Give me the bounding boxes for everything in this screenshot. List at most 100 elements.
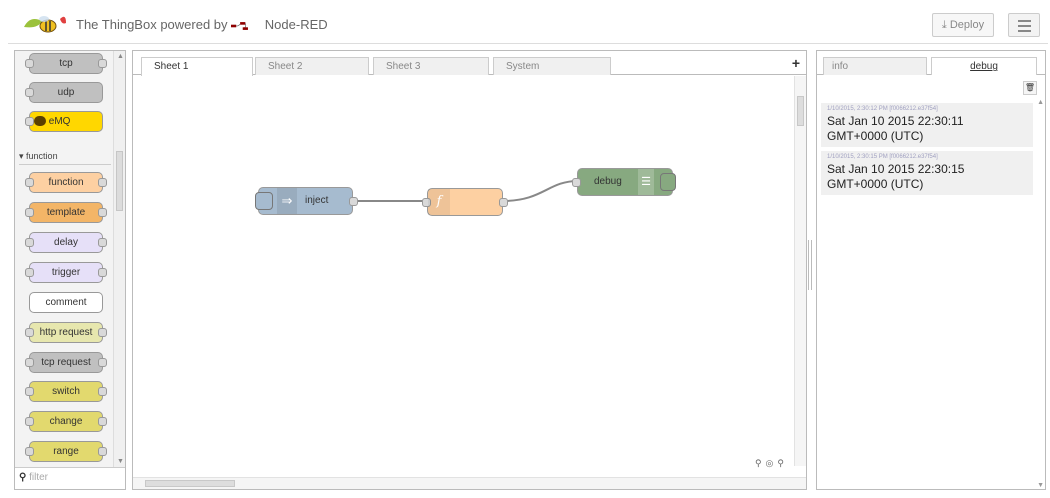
tab-info[interactable]: info: [823, 57, 927, 75]
node-red-text: Node-RED: [264, 17, 328, 32]
palette-node-label: delay: [54, 237, 78, 248]
menu-button[interactable]: [1008, 13, 1040, 37]
zoom-reset-icon[interactable]: ◎: [766, 458, 778, 468]
tab-label: info: [832, 61, 849, 72]
palette-node-range[interactable]: range: [25, 441, 107, 462]
bee-icon: [34, 116, 46, 127]
deploy-icon: ⤓: [941, 19, 947, 31]
input-port-icon: [25, 238, 34, 247]
output-port-icon: [98, 358, 107, 367]
output-port-icon: [98, 208, 107, 217]
input-port-icon: [25, 117, 34, 126]
sidebar: info debug 🗑 1/10/2015, 2:30:12 PM [f006…: [816, 50, 1046, 490]
input-port-icon: [25, 268, 34, 277]
palette-node-label: template: [46, 207, 86, 218]
palette-node-label: eMQ: [48, 116, 71, 127]
palette-node-label: trigger: [51, 267, 81, 278]
workspace-horizontal-scrollbar[interactable]: [133, 477, 806, 489]
search-icon: ⚲: [19, 472, 27, 483]
scroll-down-icon[interactable]: ▼: [117, 458, 124, 465]
palette-node-change[interactable]: change: [25, 411, 107, 432]
output-port-icon: [98, 238, 107, 247]
powered-by-text: powered by: [160, 17, 228, 32]
sidebar-scrollbar[interactable]: ▲ ▼: [1037, 99, 1045, 489]
output-port-icon[interactable]: [499, 198, 508, 207]
palette-node-label: udp: [57, 87, 75, 98]
palette-node-comment[interactable]: comment: [29, 292, 103, 313]
flow-node-label: inject: [305, 195, 329, 206]
scroll-up-icon[interactable]: ▲: [117, 53, 124, 60]
output-port-icon: [98, 328, 107, 337]
clear-debug-button[interactable]: 🗑: [1023, 81, 1037, 95]
scroll-thumb[interactable]: [145, 480, 235, 487]
inject-button-icon[interactable]: [255, 192, 273, 210]
workspace-vertical-scrollbar[interactable]: [794, 76, 806, 466]
palette-node-emq[interactable]: eMQ: [25, 111, 103, 132]
palette-node-function[interactable]: function: [25, 172, 107, 193]
scroll-down-icon[interactable]: ▼: [1037, 482, 1044, 489]
output-port-icon: [98, 268, 107, 277]
tab-debug[interactable]: debug: [931, 57, 1037, 75]
category-label: function: [26, 151, 58, 161]
trash-icon: 🗑: [1024, 83, 1036, 92]
deploy-button[interactable]: ⤓ Deploy: [932, 13, 994, 37]
input-port-icon: [25, 358, 34, 367]
flow-node-function[interactable]: f: [422, 188, 508, 216]
zoom-controls: ⚲◎⚲: [755, 458, 788, 469]
app-title: The ThingBox: [76, 17, 157, 32]
palette-node-label: http request: [39, 327, 93, 338]
palette-scrollbar[interactable]: ▲ ▼: [113, 51, 125, 467]
input-port-icon: [25, 328, 34, 337]
palette-node-template[interactable]: template: [25, 202, 107, 223]
brand-title: The ThingBox powered by Node-RED: [76, 17, 328, 32]
output-port-icon: [98, 387, 107, 396]
palette-node-label: range: [53, 446, 79, 457]
flow-wires: [350, 180, 579, 203]
bee-logo-icon: [24, 16, 66, 33]
scroll-thumb[interactable]: [797, 96, 804, 126]
input-port-icon: [25, 417, 34, 426]
arrow-icon: ⇒: [277, 188, 297, 214]
list-icon: ☰: [638, 169, 654, 195]
palette-node-label: change: [49, 416, 83, 427]
palette-category-function[interactable]: ▾ function: [19, 151, 111, 165]
deploy-label: Deploy: [949, 19, 985, 31]
hamburger-line-icon: [1018, 30, 1031, 32]
input-port-icon: [25, 178, 34, 187]
input-port-icon: [25, 88, 34, 97]
input-port-icon: [25, 447, 34, 456]
flow-node-debug[interactable]: debug ☰: [572, 168, 676, 196]
filter-placeholder: filter: [29, 472, 49, 483]
node-palette: tcp udp eMQ ▾ function function template…: [14, 50, 126, 490]
tab-label: debug: [970, 61, 998, 72]
sidebar-tabs: info debug: [817, 51, 1045, 75]
palette-node-udp[interactable]: udp: [25, 82, 103, 103]
output-port-icon[interactable]: [349, 197, 358, 206]
workspace[interactable]: Sheet 1 Sheet 2 Sheet 3 System + ⇒ injec…: [132, 50, 807, 490]
palette-node-label: switch: [52, 386, 80, 397]
output-port-icon: [98, 59, 107, 68]
palette-node-delay[interactable]: delay: [25, 232, 107, 253]
debug-toggle-button[interactable]: [660, 173, 676, 191]
palette-filter-input[interactable]: ⚲ filter: [15, 467, 125, 489]
debug-message-meta: 1/10/2015, 2:30:15 PM [f0066212.e37f54]: [827, 154, 938, 160]
palette-node-label: function: [48, 177, 84, 188]
header: The ThingBox powered by Node-RED ⤓ Deplo…: [8, 6, 1048, 44]
palette-node-http-request[interactable]: http request: [25, 322, 107, 343]
input-port-icon[interactable]: [572, 178, 581, 187]
zoom-in-icon[interactable]: ⚲: [777, 458, 788, 468]
zoom-out-icon[interactable]: ⚲: [755, 458, 766, 468]
flow-node-inject[interactable]: ⇒ inject: [255, 187, 358, 215]
palette-node-tcp-request[interactable]: tcp request: [25, 352, 107, 373]
palette-node-tcp[interactable]: tcp: [25, 53, 107, 74]
scroll-thumb[interactable]: [116, 151, 123, 211]
sidebar-splitter[interactable]: [808, 240, 812, 290]
palette-node-switch[interactable]: switch: [25, 381, 107, 402]
output-port-icon: [98, 417, 107, 426]
debug-message-payload: Sat Jan 10 2015 22:30:11 GMT+0000 (UTC): [827, 114, 964, 143]
palette-node-label: tcp request: [41, 357, 91, 368]
debug-message-meta: 1/10/2015, 2:30:12 PM [f0066212.e37f54]: [827, 106, 938, 112]
node-red-logo-icon: [231, 21, 249, 30]
palette-node-trigger[interactable]: trigger: [25, 262, 107, 283]
scroll-up-icon[interactable]: ▲: [1037, 99, 1044, 106]
